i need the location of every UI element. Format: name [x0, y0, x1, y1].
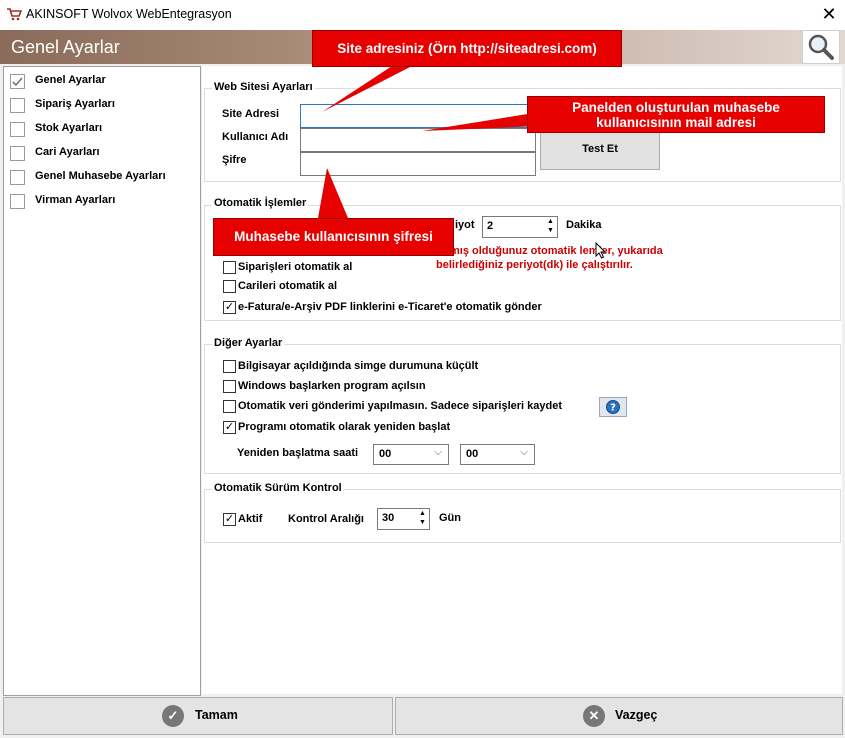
callout-mail-address: Panelden oluşturulan muhasebe kullanıcıs…: [527, 96, 825, 133]
callout-pointer-site: [322, 66, 412, 112]
checkmark-icon: ✓: [162, 705, 184, 727]
ok-button-label: Tamam: [195, 708, 238, 722]
cancel-button-label: Vazgeç: [615, 708, 658, 722]
callout-pointer-mail: [422, 112, 540, 131]
ok-button[interactable]: ✓ Tamam: [3, 697, 393, 735]
cancel-x-icon: ✕: [583, 705, 605, 727]
callout-password: Muhasebe kullanıcısının şifresi: [213, 218, 454, 256]
callout-pointer-pass: [318, 168, 348, 218]
callout-site-address: Site adresiniz (Örn http://siteadresi.co…: [312, 30, 622, 67]
cancel-button[interactable]: ✕ Vazgeç: [395, 697, 843, 735]
